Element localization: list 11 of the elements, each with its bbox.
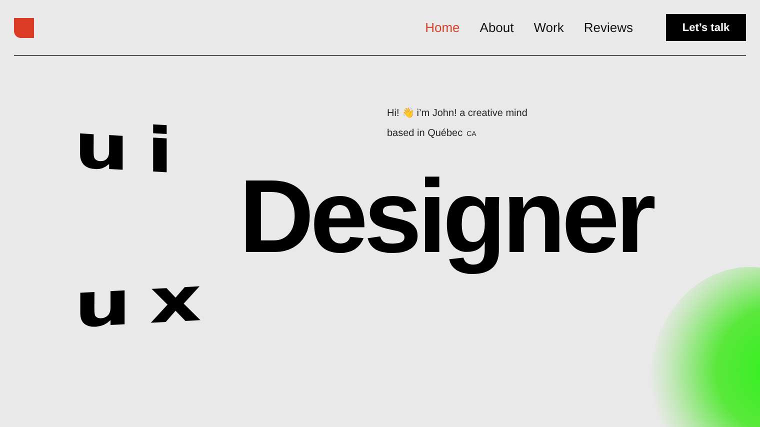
headline: Designer [239,158,652,277]
ux-word: ux [74,268,220,336]
lets-talk-button[interactable]: Let’s talk [666,14,746,41]
nav-link[interactable]: Work [534,20,564,35]
nav-link[interactable]: Reviews [584,20,633,35]
logo-icon[interactable] [14,18,34,38]
nav-link[interactable]: About [480,20,514,35]
nav-link[interactable]: Home [425,20,460,35]
location-text: based in Québec [387,127,463,141]
intro-text: Hi! 👋 i’m John! a creative mind [387,108,528,119]
ui-word: ui [74,116,191,183]
